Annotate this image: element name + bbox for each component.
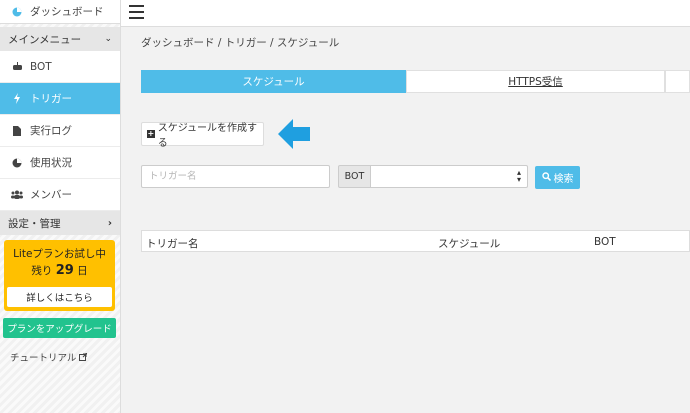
plus-square-icon: + — [147, 129, 155, 138]
search-icon — [541, 171, 551, 184]
main-menu-label: メインメニュー — [8, 33, 82, 46]
arrow-left-icon — [278, 119, 310, 149]
remaining-prefix: 残り — [31, 265, 53, 277]
tutorial-label: チュートリアル — [10, 353, 77, 364]
breadcrumb: ダッシュボード / トリガー / スケジュール — [141, 37, 340, 49]
settings-header[interactable]: 設定・管理 › — [0, 211, 120, 235]
sidebar-item-members[interactable]: メンバー — [0, 179, 120, 211]
sidebar-item-label: トリガー — [30, 93, 72, 105]
tab-more[interactable] — [665, 70, 690, 93]
sidebar-item-label: 実行ログ — [30, 125, 72, 137]
remaining-days: 29 — [55, 263, 74, 278]
upgrade-plan-button[interactable]: プランをアップグレード — [3, 318, 116, 338]
sidebar-item-label: ダッシュボード — [30, 6, 104, 18]
tab-bar: スケジュール HTTPS受信 — [141, 70, 690, 93]
sidebar-item-label: メンバー — [30, 189, 72, 201]
tutorial-link[interactable]: チュートリアル — [10, 350, 88, 364]
sidebar-item-label: BOT — [30, 60, 52, 73]
settings-label: 設定・管理 — [8, 217, 61, 230]
pie-chart-icon — [10, 158, 24, 168]
column-header: BOT — [594, 236, 616, 248]
bot-select[interactable]: ▴ ▾ — [370, 165, 528, 188]
external-link-icon — [79, 352, 88, 364]
dashboard-icon — [10, 7, 24, 17]
column-header: トリガー名 — [146, 238, 199, 250]
trial-panel: Liteプランお試し中 残り 29 日 詳しくはこちら — [4, 240, 115, 311]
users-icon — [10, 190, 24, 199]
tab-https[interactable]: HTTPS受信 — [406, 70, 665, 93]
remaining-suffix: 日 — [77, 265, 88, 277]
main-content: ダッシュボード / トリガー / スケジュール スケジュール HTTPS受信 +… — [121, 27, 690, 413]
trial-title: Liteプランお試し中 — [13, 248, 106, 260]
table-header: トリガー名 スケジュール BOT — [141, 230, 690, 252]
robot-icon — [10, 62, 24, 71]
sidebar-item-bot[interactable]: BOT — [0, 51, 120, 83]
search-label: 検索 — [553, 174, 574, 185]
select-caret-icon: ▴ ▾ — [516, 168, 521, 184]
sidebar-item-dashboard[interactable]: ダッシュボード — [0, 0, 120, 24]
create-schedule-button[interactable]: + スケジュールを作成する — [141, 122, 264, 149]
bot-select-label: BOT — [338, 165, 371, 188]
trial-details-button[interactable]: 詳しくはこちら — [7, 287, 112, 307]
trigger-name-input[interactable] — [141, 165, 330, 188]
hamburger-menu-icon[interactable] — [129, 5, 144, 19]
chevron-down-icon: ⌄ — [104, 34, 112, 44]
search-button[interactable]: 検索 — [535, 166, 580, 189]
chevron-right-icon: › — [107, 217, 112, 229]
column-header: スケジュール — [438, 238, 501, 250]
sidebar-item-label: 使用状況 — [30, 157, 72, 169]
sidebar: ダッシュボード メインメニュー ⌄ BOT トリガー 実行ログ 使用状況 メンバ… — [0, 0, 121, 413]
tab-schedule[interactable]: スケジュール — [141, 70, 406, 93]
sidebar-item-usage[interactable]: 使用状況 — [0, 147, 120, 179]
top-bar — [121, 0, 690, 27]
sidebar-item-logs[interactable]: 実行ログ — [0, 115, 120, 147]
create-schedule-label: スケジュールを作成する — [157, 123, 258, 149]
bolt-icon — [10, 93, 24, 104]
trial-remaining: 残り 29 日 — [4, 263, 115, 278]
sidebar-item-trigger[interactable]: トリガー — [0, 83, 120, 115]
file-icon — [10, 125, 24, 136]
main-menu-header[interactable]: メインメニュー ⌄ — [0, 27, 120, 51]
